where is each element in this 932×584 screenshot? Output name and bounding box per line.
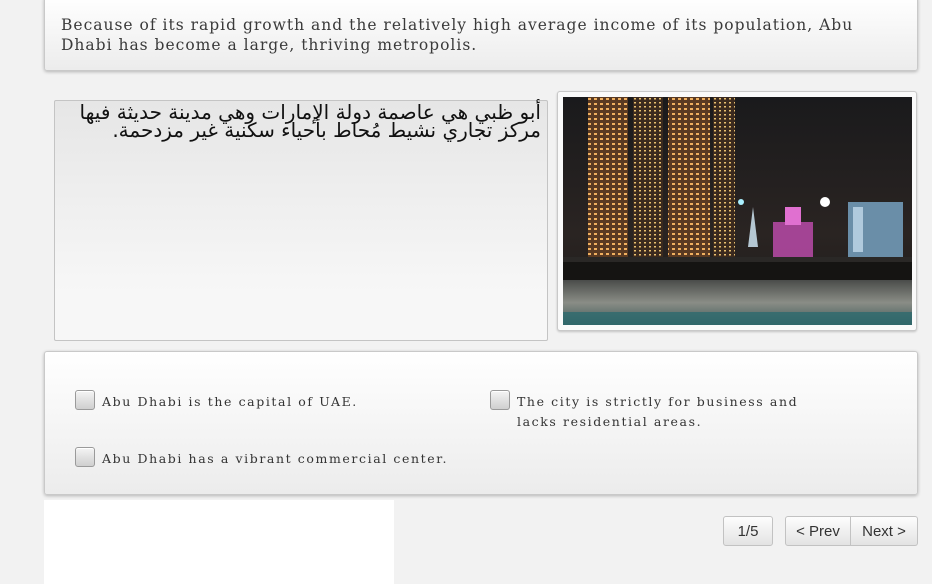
arabic-text: أبو ظبي هي عاصمة دولة الإمارات وهي مدينة… xyxy=(79,100,541,142)
arabic-text-box: أبو ظبي هي عاصمة دولة الإمارات وهي مدينة… xyxy=(54,100,548,341)
option-label: Abu Dhabi has a vibrant commercial cente… xyxy=(102,451,449,466)
option-commercial-center[interactable]: Abu Dhabi has a vibrant commercial cente… xyxy=(75,447,448,469)
page-indicator: 1/5 xyxy=(723,516,773,546)
prev-button[interactable]: < Prev xyxy=(785,516,851,546)
option-capital[interactable]: Abu Dhabi is the capital of UAE. xyxy=(75,390,358,412)
pagination-nav: < Prev Next > xyxy=(785,516,918,546)
option-strictly-business[interactable]: The city is strictly for business and la… xyxy=(490,390,807,432)
city-skyline-photo xyxy=(563,97,912,325)
city-image-frame xyxy=(557,91,917,331)
option-label: Abu Dhabi is the capital of UAE. xyxy=(102,394,358,409)
options-panel: Abu Dhabi is the capital of UAE. Abu Dha… xyxy=(44,351,918,495)
intro-panel: Because of its rapid growth and the rela… xyxy=(44,0,918,71)
blank-area xyxy=(44,500,394,584)
checkbox-capital[interactable] xyxy=(75,390,95,410)
checkbox-commercial-center[interactable] xyxy=(75,447,95,467)
next-button[interactable]: Next > xyxy=(851,516,918,546)
checkbox-strictly-business[interactable] xyxy=(490,390,510,410)
intro-text: Because of its rapid growth and the rela… xyxy=(61,16,854,54)
option-label: The city is strictly for business and la… xyxy=(517,394,799,429)
